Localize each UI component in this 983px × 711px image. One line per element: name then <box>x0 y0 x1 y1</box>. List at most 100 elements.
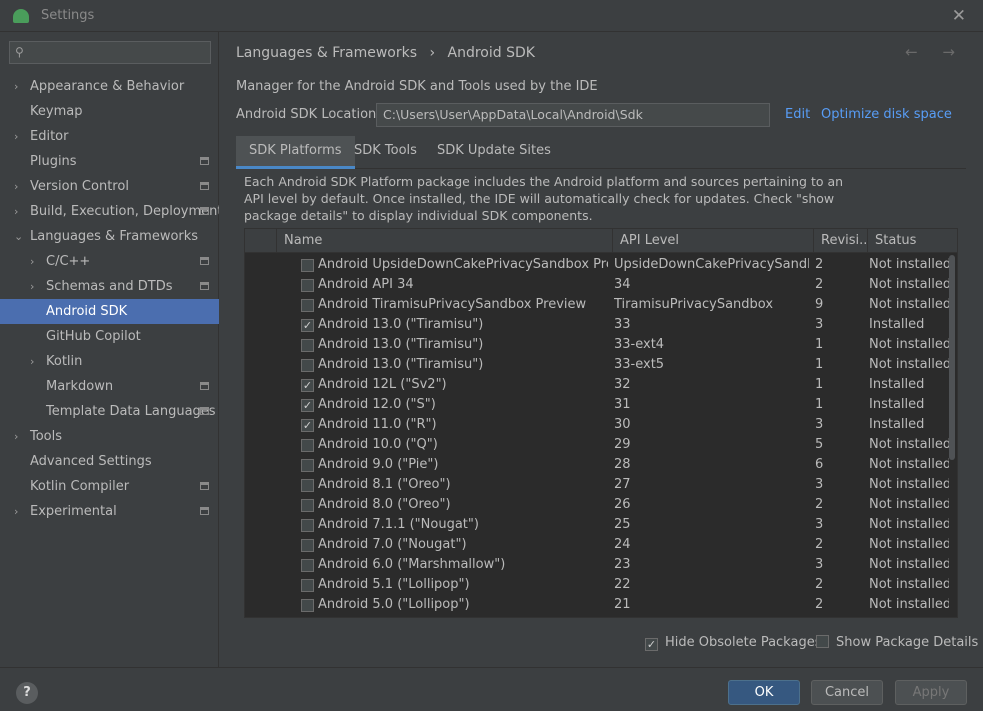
table-row[interactable]: Android TiramisuPrivacySandbox Preview Ti… <box>245 295 949 315</box>
row-checkbox[interactable] <box>301 519 314 532</box>
row-checkbox[interactable] <box>301 299 314 312</box>
hide-obsolete-checkbox[interactable]: ✓ <box>645 638 658 651</box>
optimize-disk-space-link[interactable]: Optimize disk space <box>821 107 952 122</box>
table-row[interactable]: Android 8.0 ("Oreo") 26 2 Not installed <box>245 495 949 515</box>
row-checkbox[interactable] <box>301 579 314 592</box>
chevron-right-icon[interactable]: › <box>30 249 34 274</box>
sidebar-item[interactable]: Advanced Settings <box>0 449 219 474</box>
project-settings-icon <box>200 282 209 290</box>
sidebar-item[interactable]: Keymap <box>0 99 219 124</box>
table-row[interactable]: Android 7.1.1 ("Nougat") 25 3 Not installed <box>245 515 949 535</box>
chevron-right-icon[interactable]: › <box>30 349 34 374</box>
edit-link[interactable]: Edit <box>785 107 810 122</box>
table-row[interactable]: Android 6.0 ("Marshmallow") 23 3 Not instal… <box>245 555 949 575</box>
cell-name: Android 12L ("Sv2") <box>318 377 447 392</box>
row-checkbox[interactable] <box>301 359 314 372</box>
row-checkbox[interactable] <box>301 339 314 352</box>
row-checkbox[interactable] <box>301 459 314 472</box>
tab-sdk-update-sites[interactable]: SDK Update Sites <box>424 136 564 169</box>
row-checkbox[interactable] <box>301 499 314 512</box>
close-icon[interactable]: ✕ <box>952 6 966 26</box>
show-details-label: Show Package Details <box>836 635 979 650</box>
sidebar-item[interactable]: Template Data Languages <box>0 399 219 424</box>
sidebar-item[interactable]: › Experimental <box>0 499 219 524</box>
ok-button[interactable]: OK <box>728 680 800 705</box>
help-icon[interactable]: ? <box>16 682 38 704</box>
sidebar-item[interactable]: Kotlin Compiler <box>0 474 219 499</box>
row-checkbox[interactable] <box>301 599 314 612</box>
apply-button[interactable]: Apply <box>895 680 967 705</box>
table-row[interactable]: Android 10.0 ("Q") 29 5 Not installed <box>245 435 949 455</box>
sidebar-item[interactable]: Markdown <box>0 374 219 399</box>
sidebar-item[interactable]: › Tools <box>0 424 219 449</box>
chevron-right-icon[interactable]: › <box>14 499 18 524</box>
show-details-checkbox[interactable] <box>816 635 829 648</box>
table-row[interactable]: Android 5.1 ("Lollipop") 22 2 Not installed <box>245 575 949 595</box>
sidebar-item-label: Kotlin Compiler <box>30 479 130 494</box>
table-row[interactable]: ✓ Android 12L ("Sv2") 32 1 Installed <box>245 375 945 395</box>
table-row[interactable]: Android 5.0 ("Lollipop") 21 2 Not installed <box>245 595 949 615</box>
cell-rev: 2 <box>815 277 824 292</box>
chevron-right-icon[interactable]: › <box>30 274 34 299</box>
sdk-location-field[interactable]: C:\Users\User\AppData\Local\Android\Sdk <box>376 103 770 127</box>
hide-obsolete-option[interactable]: ✓ Hide Obsolete Packages <box>645 635 821 651</box>
table-row[interactable]: ✓ Android 11.0 ("R") 30 3 Installed <box>245 415 945 435</box>
row-checkbox[interactable] <box>301 259 314 272</box>
column-revision-header[interactable]: Revisi... <box>813 229 867 253</box>
tab-sdk-tools[interactable]: SDK Tools <box>341 136 430 169</box>
chevron-right-icon[interactable]: › <box>14 199 18 224</box>
sidebar-item[interactable]: › Version Control <box>0 174 219 199</box>
row-checkbox[interactable] <box>301 559 314 572</box>
search-input[interactable]: ⚲ <box>9 41 211 64</box>
show-details-option[interactable]: Show Package Details <box>816 635 978 650</box>
chevron-right-icon[interactable]: › <box>14 74 18 99</box>
table-row[interactable]: Android UpsideDownCakePrivacySandbox Pre… <box>245 255 949 275</box>
sidebar-item[interactable]: › Build, Execution, Deployment <box>0 199 222 224</box>
back-forward-icon[interactable]: ← → <box>905 43 965 61</box>
chevron-right-icon[interactable]: › <box>14 424 18 449</box>
sidebar-item[interactable]: ⌄ Languages & Frameworks <box>0 224 219 249</box>
row-checkbox[interactable] <box>301 439 314 452</box>
row-checkbox[interactable]: ✓ <box>301 419 314 432</box>
sidebar-item-label: Languages & Frameworks <box>30 229 199 244</box>
row-checkbox[interactable]: ✓ <box>301 319 314 332</box>
table-row[interactable]: Android 9.0 ("Pie") 28 6 Not installed <box>245 455 949 475</box>
chevron-down-icon[interactable]: ⌄ <box>14 224 23 249</box>
tab-sdk-platforms[interactable]: SDK Platforms <box>236 136 355 169</box>
column-api-header[interactable]: API Level <box>612 229 813 253</box>
sidebar-item[interactable]: › Appearance & Behavior <box>0 74 219 99</box>
row-checkbox[interactable] <box>301 279 314 292</box>
table-row[interactable]: ✓ Android 13.0 ("Tiramisu") 33 3 Installed <box>245 315 945 335</box>
row-checkbox[interactable]: ✓ <box>301 399 314 412</box>
row-checkbox[interactable]: ✓ <box>301 379 314 392</box>
row-checkbox[interactable] <box>301 539 314 552</box>
table-row[interactable]: Android API 34 34 2 Not installed <box>245 275 949 295</box>
table-row[interactable]: Android 13.0 ("Tiramisu") 33-ext4 1 Not ins… <box>245 335 949 355</box>
cancel-button[interactable]: Cancel <box>811 680 883 705</box>
breadcrumb-parent[interactable]: Languages & Frameworks <box>236 45 417 61</box>
sidebar-item[interactable]: › C/C++ <box>0 249 219 274</box>
sidebar-item[interactable]: › Kotlin <box>0 349 219 374</box>
chevron-right-icon[interactable]: › <box>14 124 18 149</box>
table-row[interactable]: Android 13.0 ("Tiramisu") 33-ext5 1 Not ins… <box>245 355 949 375</box>
sidebar-item[interactable]: › Schemas and DTDs <box>0 274 219 299</box>
cell-rev: 3 <box>815 417 824 432</box>
cell-rev: 2 <box>815 597 824 612</box>
table-row[interactable]: Android 7.0 ("Nougat") 24 2 Not installed <box>245 535 949 555</box>
cell-rev: 3 <box>815 557 824 572</box>
sidebar-item[interactable]: GitHub Copilot <box>0 324 219 349</box>
column-name-header[interactable]: Name <box>276 229 612 253</box>
sidebar-item[interactable]: › Editor <box>0 124 219 149</box>
table-row[interactable]: Android 8.1 ("Oreo") 27 3 Not installed <box>245 475 949 495</box>
sidebar-item[interactable]: Android SDK <box>0 299 219 324</box>
table-row[interactable]: ✓ Android 12.0 ("S") 31 1 Installed <box>245 395 945 415</box>
table-scrollbar[interactable] <box>949 255 955 460</box>
column-status-header[interactable]: Status <box>867 229 957 253</box>
sidebar-item[interactable]: Plugins <box>0 149 219 174</box>
sidebar-item-label: Experimental <box>30 504 117 519</box>
cell-status: Not installed <box>869 517 949 532</box>
chevron-right-icon[interactable]: › <box>14 174 18 199</box>
row-checkbox[interactable] <box>301 479 314 492</box>
cell-api: 21 <box>614 597 631 612</box>
cell-name: Android 8.0 ("Oreo") <box>318 497 451 512</box>
